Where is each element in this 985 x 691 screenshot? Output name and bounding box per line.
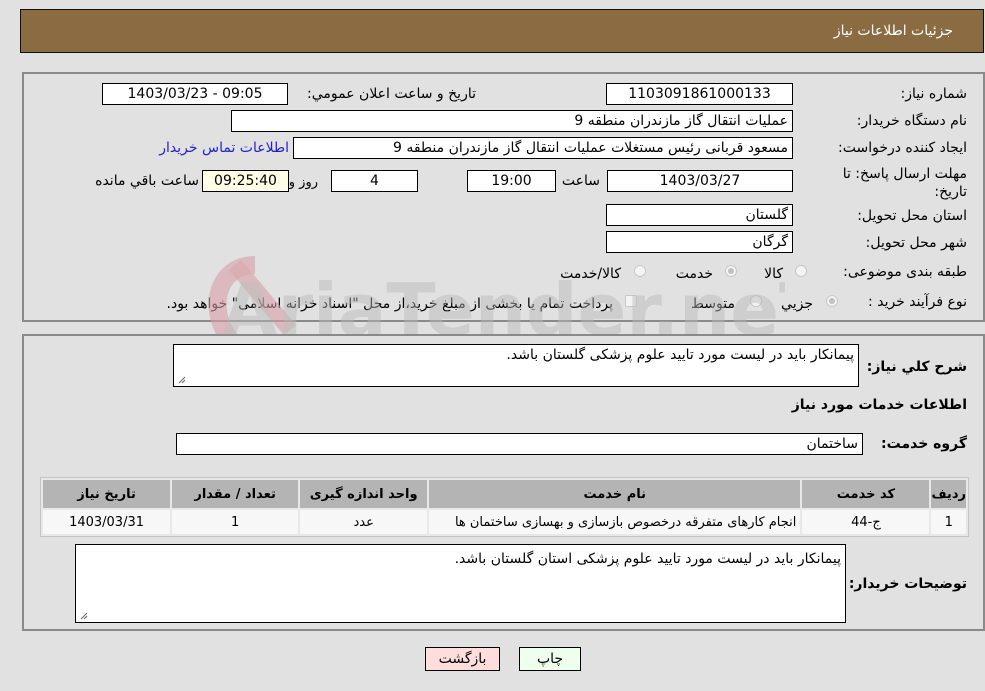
- service-group-label: گروه خدمت:: [881, 436, 967, 452]
- need-number-label: شماره نیاز:: [900, 86, 968, 102]
- resize-handle-icon[interactable]: [79, 611, 88, 620]
- resize-handle-icon[interactable]: [177, 375, 186, 384]
- category-label: طبقه بندی موضوعی:: [843, 264, 967, 280]
- creator-label: ایجاد کننده درخواست:: [838, 140, 967, 156]
- category-radio-goods[interactable]: [795, 265, 807, 277]
- description-label: شرح کلي نیاز:: [866, 359, 967, 375]
- process-option-medium: متوسط: [691, 296, 735, 312]
- page-header: جزئیات اطلاعات نیاز: [20, 9, 984, 53]
- table-header-row: ردیف کد خدمت نام خدمت واحد اندازه گیری ت…: [43, 480, 966, 508]
- buyer-notes-textarea[interactable]: پیمانکار باید در لیست مورد تایید علوم پز…: [75, 544, 846, 623]
- announce-datetime-label: تاریخ و ساعت اعلان عمومي:: [307, 86, 476, 102]
- cell-quantity: 1: [172, 510, 299, 534]
- deadline-time-label: ساعت: [561, 173, 600, 189]
- page-title: جزئیات اطلاعات نیاز: [833, 23, 953, 39]
- category-option-goods-service: کالا/خدمت: [560, 266, 621, 282]
- process-option-minor: جزیي: [781, 296, 813, 312]
- days-remaining-field: 4: [331, 170, 418, 192]
- treasury-checkbox[interactable]: [625, 295, 637, 307]
- process-type-label: نوع فرآیند خرید :: [868, 294, 967, 310]
- back-button[interactable]: بازگشت: [425, 647, 500, 671]
- remaining-time-field: 09:25:40: [202, 170, 289, 192]
- col-header-need-date: تاریخ نیاز: [43, 480, 171, 508]
- remaining-time-label: ساعت باقي مانده: [95, 173, 199, 189]
- description-textarea[interactable]: پیمانکار باید در لیست مورد تایید علوم پز…: [173, 344, 859, 387]
- deadline-label: مهلت ارسال پاسخ: تا تاریخ:: [842, 166, 967, 200]
- cell-service-code: ج-44: [802, 510, 930, 534]
- description-text: پیمانکار باید در لیست مورد تایید علوم پز…: [506, 347, 854, 363]
- buyer-notes-text: پیمانکار باید در لیست مورد تایید علوم پز…: [454, 551, 841, 567]
- city-label: شهر محل تحویل:: [865, 235, 967, 251]
- col-header-service-code: کد خدمت: [802, 480, 930, 508]
- category-option-service: خدمت: [675, 266, 713, 282]
- services-section-title: اطلاعات خدمات مورد نیاز: [791, 397, 967, 413]
- col-header-quantity: تعداد / مقدار: [172, 480, 299, 508]
- cell-need-date: 1403/03/31: [43, 510, 171, 534]
- process-radio-medium[interactable]: [750, 295, 762, 307]
- cell-unit: عدد: [300, 510, 428, 534]
- service-group-field: ساختمان: [176, 433, 863, 455]
- col-header-unit: واحد اندازه گیری: [300, 480, 428, 508]
- print-button[interactable]: چاپ: [519, 647, 581, 671]
- days-label: روز و: [288, 175, 318, 190]
- category-radio-goods-service[interactable]: [634, 265, 646, 277]
- province-field: گلستان: [606, 204, 793, 226]
- province-label: استان محل تحویل:: [857, 208, 967, 224]
- treasury-note: پرداخت تمام یا بخشی از مبلغ خرید،از محل …: [166, 296, 613, 312]
- process-radio-minor[interactable]: [826, 295, 838, 307]
- col-header-row-number: ردیف: [931, 480, 966, 508]
- deadline-time-field: 19:00: [467, 170, 556, 192]
- category-option-goods: کالا: [764, 266, 783, 282]
- table-row: 1 ج-44 انجام کارهای متفرقه درخصوص بازساز…: [43, 510, 966, 534]
- announce-datetime-field: 1403/03/23 - 09:05: [102, 83, 288, 105]
- city-field: گرگان: [606, 231, 793, 253]
- buyer-org-label: نام دستگاه خریدار:: [856, 113, 967, 129]
- cell-row-number: 1: [931, 510, 966, 534]
- buyer-contact-link[interactable]: اطلاعات تماس خریدار: [159, 140, 289, 156]
- creator-field: مسعود قربانی رئیس مستغلات عملیات انتقال …: [293, 137, 793, 159]
- buyer-org-field: عملیات انتقال گاز مازندران منطقه 9: [231, 110, 793, 132]
- col-header-service-name: نام خدمت: [429, 480, 801, 508]
- need-number-field: 1103091861000133: [606, 83, 793, 105]
- buyer-notes-label: توضیحات خریدار:: [848, 576, 967, 592]
- cell-service-name: انجام کارهای متفرقه درخصوص بازسازی و بهس…: [429, 510, 801, 534]
- services-table: ردیف کد خدمت نام خدمت واحد اندازه گیری ت…: [40, 477, 969, 537]
- deadline-date-field: 1403/03/27: [607, 170, 793, 192]
- category-radio-service[interactable]: [725, 265, 737, 277]
